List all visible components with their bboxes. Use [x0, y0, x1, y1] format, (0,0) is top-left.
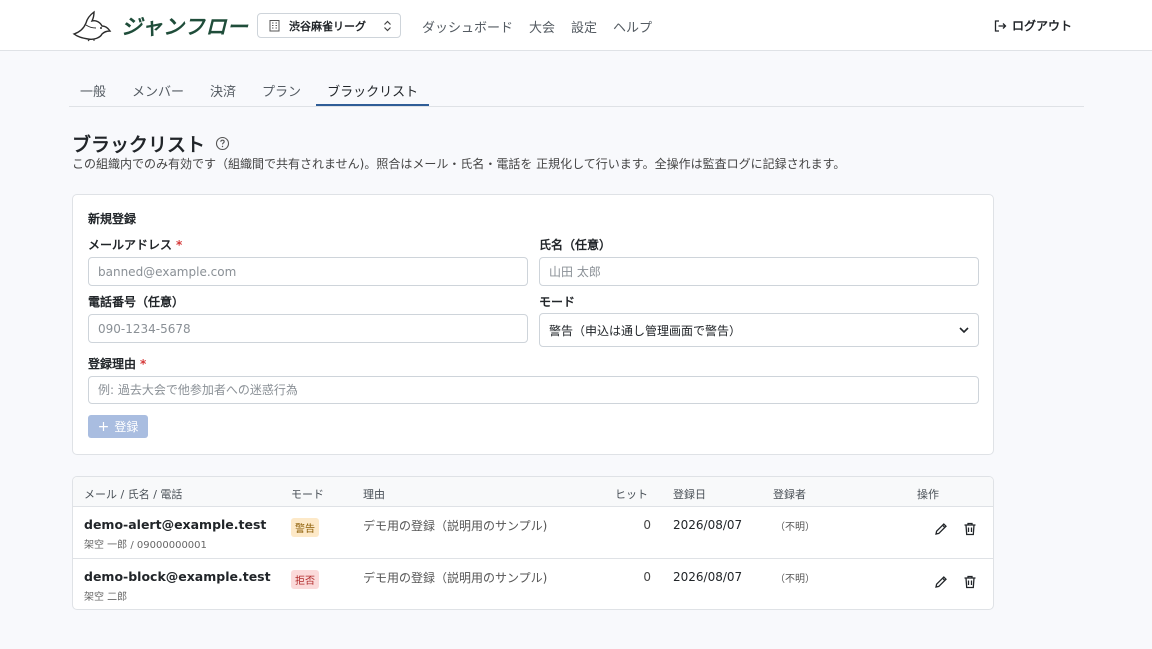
top-header: ジャンフロー 渋谷麻雀リーグ ダッシュボード 大会 設定 ヘルプ ログアウト	[0, 0, 1152, 51]
delete-icon[interactable]	[962, 521, 978, 537]
nav-help[interactable]: ヘルプ	[613, 17, 652, 36]
chevron-updown-icon	[384, 20, 391, 31]
edit-icon[interactable]	[933, 521, 949, 537]
organization-name: 渋谷麻雀リーグ	[289, 19, 366, 33]
help-icon[interactable]	[215, 136, 230, 151]
app-logo[interactable]: ジャンフロー	[72, 10, 248, 42]
building-icon	[269, 20, 280, 32]
col-contact: メール / 氏名 / 電話	[84, 488, 183, 501]
register-button-label: 登録	[114, 420, 139, 434]
mode-badge: 拒否	[291, 570, 319, 589]
email-label-text: メールアドレス	[88, 238, 173, 252]
col-hits: ヒット	[615, 488, 648, 501]
page-description: この組織内でのみ有効です（組織間で共有されません)。照合はメール・氏名・電話を …	[72, 157, 846, 171]
row-hits: 0	[643, 570, 651, 584]
row-reason: デモ用の登録（説明用のサンプル)	[363, 571, 548, 585]
col-reason: 理由	[363, 488, 385, 501]
row-name-phone: 架空 二郎	[84, 592, 128, 603]
tab-members[interactable]: メンバー	[121, 76, 195, 106]
email-label: メールアドレス *	[88, 236, 182, 253]
row-registered-by: （不明）	[775, 574, 815, 585]
reason-input[interactable]	[88, 376, 979, 404]
table-header: メール / 氏名 / 電話 モード 理由 ヒット 登録日 登録者 操作	[73, 477, 993, 507]
row-name-phone: 架空 一郎 / 09000000001	[84, 540, 207, 551]
col-date: 登録日	[673, 488, 706, 501]
blacklist-table: メール / 氏名 / 電話 モード 理由 ヒット 登録日 登録者 操作 demo…	[72, 476, 994, 610]
table-row: demo-block@example.test 架空 二郎 拒否 デモ用の登録（…	[73, 558, 993, 609]
col-registered-by: 登録者	[773, 488, 806, 501]
nav-settings[interactable]: 設定	[571, 17, 597, 36]
tab-plan[interactable]: プラン	[251, 76, 312, 106]
row-email: demo-block@example.test	[84, 569, 271, 584]
edit-icon[interactable]	[933, 574, 949, 590]
mode-select[interactable]: 警告（申込は通し管理画面で警告）	[539, 313, 979, 347]
mode-label: モード	[539, 295, 576, 309]
row-reason: デモ用の登録（説明用のサンプル)	[363, 519, 548, 533]
phone-label: 電話番号（任意）	[88, 295, 185, 309]
settings-tabs: 一般 メンバー 決済 プラン ブラックリスト	[69, 76, 1084, 107]
chevron-down-icon	[959, 327, 969, 334]
table-row: demo-alert@example.test 架空 一郎 / 09000000…	[73, 507, 993, 558]
row-registered-by: （不明）	[775, 522, 815, 533]
mode-selected-value: 警告（申込は通し管理画面で警告）	[549, 323, 742, 338]
new-entry-form: 新規登録 メールアドレス* 氏名（任意） 電話番号（任意） モード 警告（申込は…	[72, 194, 994, 455]
main-nav: ダッシュボード 大会 設定 ヘルプ	[422, 17, 668, 36]
register-button[interactable]: + 登録	[88, 415, 148, 438]
nav-dashboard[interactable]: ダッシュボード	[422, 17, 513, 36]
logout-button[interactable]: ログアウト	[993, 17, 1072, 34]
reason-label: 登録理由 *	[88, 355, 146, 372]
logo-text: ジャンフロー	[121, 15, 249, 39]
nav-tournaments[interactable]: 大会	[529, 17, 555, 36]
bird-logo-icon	[72, 10, 112, 42]
logout-icon	[994, 19, 1007, 32]
email-input[interactable]	[88, 257, 528, 286]
tab-payment[interactable]: 決済	[199, 76, 247, 106]
logout-label: ログアウト	[1012, 19, 1073, 33]
reason-label-text: 登録理由	[88, 357, 137, 371]
required-mark: *	[140, 357, 147, 371]
col-mode: モード	[291, 488, 324, 501]
tab-general[interactable]: 一般	[69, 76, 117, 106]
plus-icon: +	[97, 418, 110, 435]
phone-input[interactable]	[88, 314, 528, 343]
required-mark: *	[176, 238, 183, 252]
delete-icon[interactable]	[962, 574, 978, 590]
name-label: 氏名（任意）	[539, 238, 612, 252]
tab-blacklist[interactable]: ブラックリスト	[316, 76, 430, 106]
row-date: 2026/08/07	[673, 518, 743, 532]
row-email: demo-alert@example.test	[84, 517, 267, 532]
name-input[interactable]	[539, 257, 979, 286]
row-date: 2026/08/07	[673, 570, 743, 584]
row-hits: 0	[643, 518, 651, 532]
page-header: ブラックリスト	[72, 130, 230, 157]
form-title: 新規登録	[88, 212, 137, 226]
page-title: ブラックリスト	[72, 134, 206, 156]
col-actions: 操作	[917, 488, 939, 501]
mode-badge: 警告	[291, 518, 319, 537]
organization-switcher[interactable]: 渋谷麻雀リーグ	[257, 13, 401, 38]
